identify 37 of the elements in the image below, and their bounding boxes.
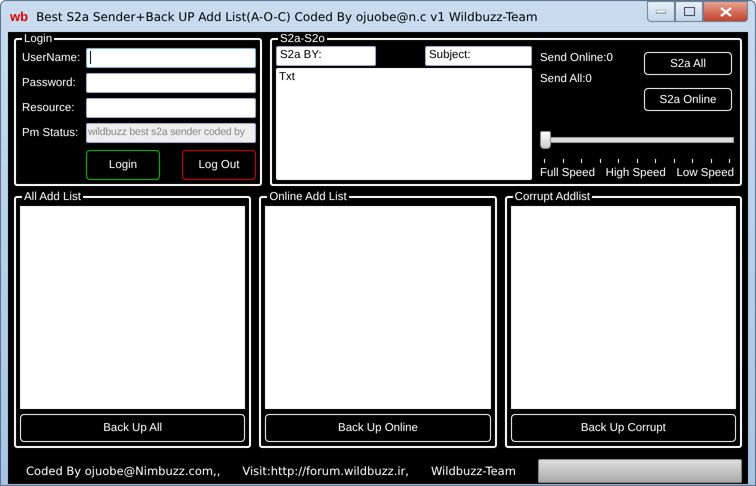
speed-slider[interactable]	[540, 130, 734, 148]
speed-label: Low Speed	[676, 166, 734, 178]
input-field[interactable]	[86, 73, 256, 93]
send-all-count: Send All:0	[540, 73, 593, 85]
backup-button[interactable]: Back Up Online	[265, 414, 491, 442]
close-icon	[720, 6, 732, 16]
window-title: Best S2a Sender+Back UP Add List(A-O-C) Coded By ojuobe@n.c v1 Wildbuzz-Team	[36, 10, 538, 24]
app-logo: wb	[10, 9, 28, 24]
status-text: Wildbuzz-Team	[430, 464, 516, 478]
maximize-button[interactable]	[675, 1, 703, 22]
field-label: Resource:	[22, 102, 76, 114]
input-field[interactable]: S2a BY:	[276, 46, 376, 66]
login-button[interactable]: Login	[86, 150, 160, 180]
status-text: Coded By ojuobe@Nimbuzz.com,,	[26, 464, 220, 478]
status-text: Visit:http://forum.wildbuzz.ir,	[242, 464, 409, 478]
speed-label: Full Speed	[540, 166, 595, 178]
send-button[interactable]: S2a Online	[644, 88, 732, 111]
minimize-icon	[656, 10, 666, 14]
send-online-count: Send Online:0	[540, 52, 614, 64]
field-label: UserName:	[22, 52, 82, 64]
field-label: Pm Status:	[22, 127, 80, 139]
input-field[interactable]	[86, 48, 256, 68]
input-field[interactable]: Subject:	[425, 46, 532, 66]
group-title: Corrupt Addlist	[512, 190, 592, 204]
slider-thumb[interactable]	[540, 130, 551, 148]
send-button[interactable]: S2a All	[644, 52, 732, 75]
close-button[interactable]	[703, 1, 748, 22]
maximize-icon	[684, 7, 694, 16]
backup-button[interactable]: Back Up Corrupt	[510, 414, 736, 442]
backup-button[interactable]: Back Up All	[20, 414, 246, 442]
message-textarea[interactable]: Txt	[276, 68, 532, 180]
field-label: Password:	[22, 77, 77, 89]
logout-button[interactable]: Log Out	[182, 150, 256, 180]
minimize-button[interactable]	[647, 1, 675, 22]
input-field[interactable]	[86, 98, 256, 118]
group-title: Login	[22, 32, 54, 46]
speed-label: High Speed	[606, 166, 666, 178]
